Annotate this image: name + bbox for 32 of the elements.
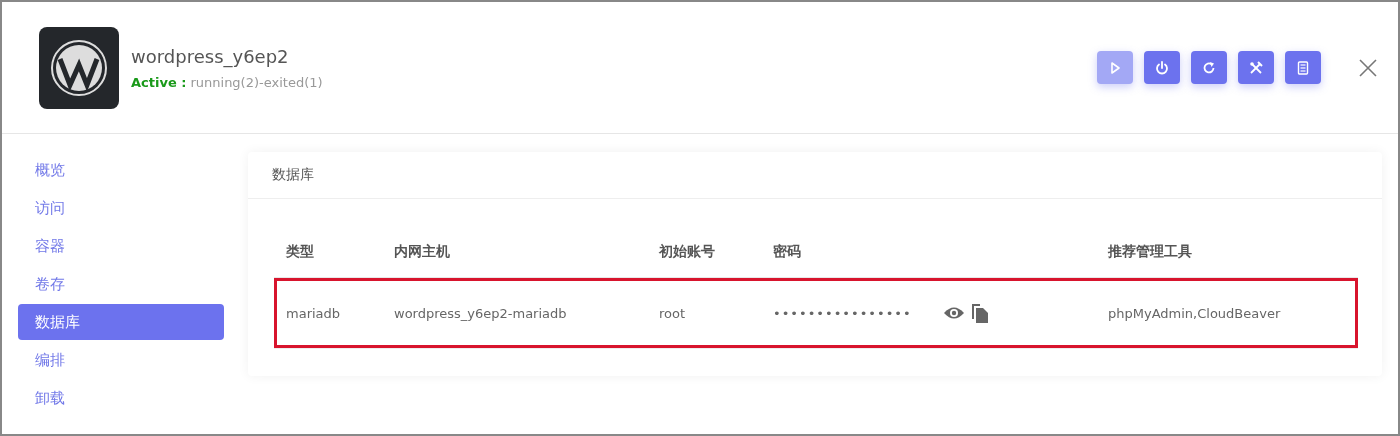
- password-cell-text: ••••••••••••••••: [773, 305, 913, 321]
- table-cell: root: [659, 305, 686, 321]
- sidebar-item[interactable]: 卷存: [18, 266, 224, 302]
- sidebar-item[interactable]: 编排: [18, 342, 224, 378]
- refresh-icon: [1201, 59, 1217, 76]
- column-header: 类型: [286, 243, 314, 259]
- toolbar-button[interactable]: [1285, 51, 1321, 84]
- sidebar-item[interactable]: 容器: [18, 228, 224, 264]
- table-cell: phpMyAdmin,CloudBeaver: [1108, 305, 1281, 321]
- sidebar-item[interactable]: 访问: [18, 190, 224, 226]
- toolbar-button[interactable]: [1144, 51, 1180, 84]
- copy-icon[interactable]: [971, 302, 989, 324]
- column-header: 初始账号: [659, 243, 715, 259]
- tools-icon: [1248, 59, 1264, 76]
- column-header: 内网主机: [394, 243, 450, 259]
- eye-icon[interactable]: [943, 305, 965, 321]
- status-detail: running(2)-exited(1): [190, 74, 323, 90]
- app-name: wordpress_y6ep2: [131, 45, 290, 67]
- status-label: Active :: [131, 74, 187, 90]
- table-cell: wordpress_y6ep2-mariadb: [394, 305, 567, 321]
- column-header: 推荐管理工具: [1108, 243, 1192, 259]
- power-icon: [1154, 59, 1170, 76]
- card-title: 数据库: [272, 166, 314, 184]
- sidebar-item[interactable]: 卸载: [18, 380, 224, 416]
- column-header: 密码: [773, 243, 801, 259]
- sidebar-item[interactable]: 数据库: [18, 304, 224, 340]
- document-icon: [1295, 59, 1311, 76]
- table-cell: mariadb: [286, 305, 341, 321]
- toolbar-button[interactable]: [1191, 51, 1227, 84]
- close-icon[interactable]: [1358, 57, 1378, 78]
- sidebar-item[interactable]: 概览: [18, 152, 224, 188]
- toolbar-button[interactable]: [1238, 51, 1274, 84]
